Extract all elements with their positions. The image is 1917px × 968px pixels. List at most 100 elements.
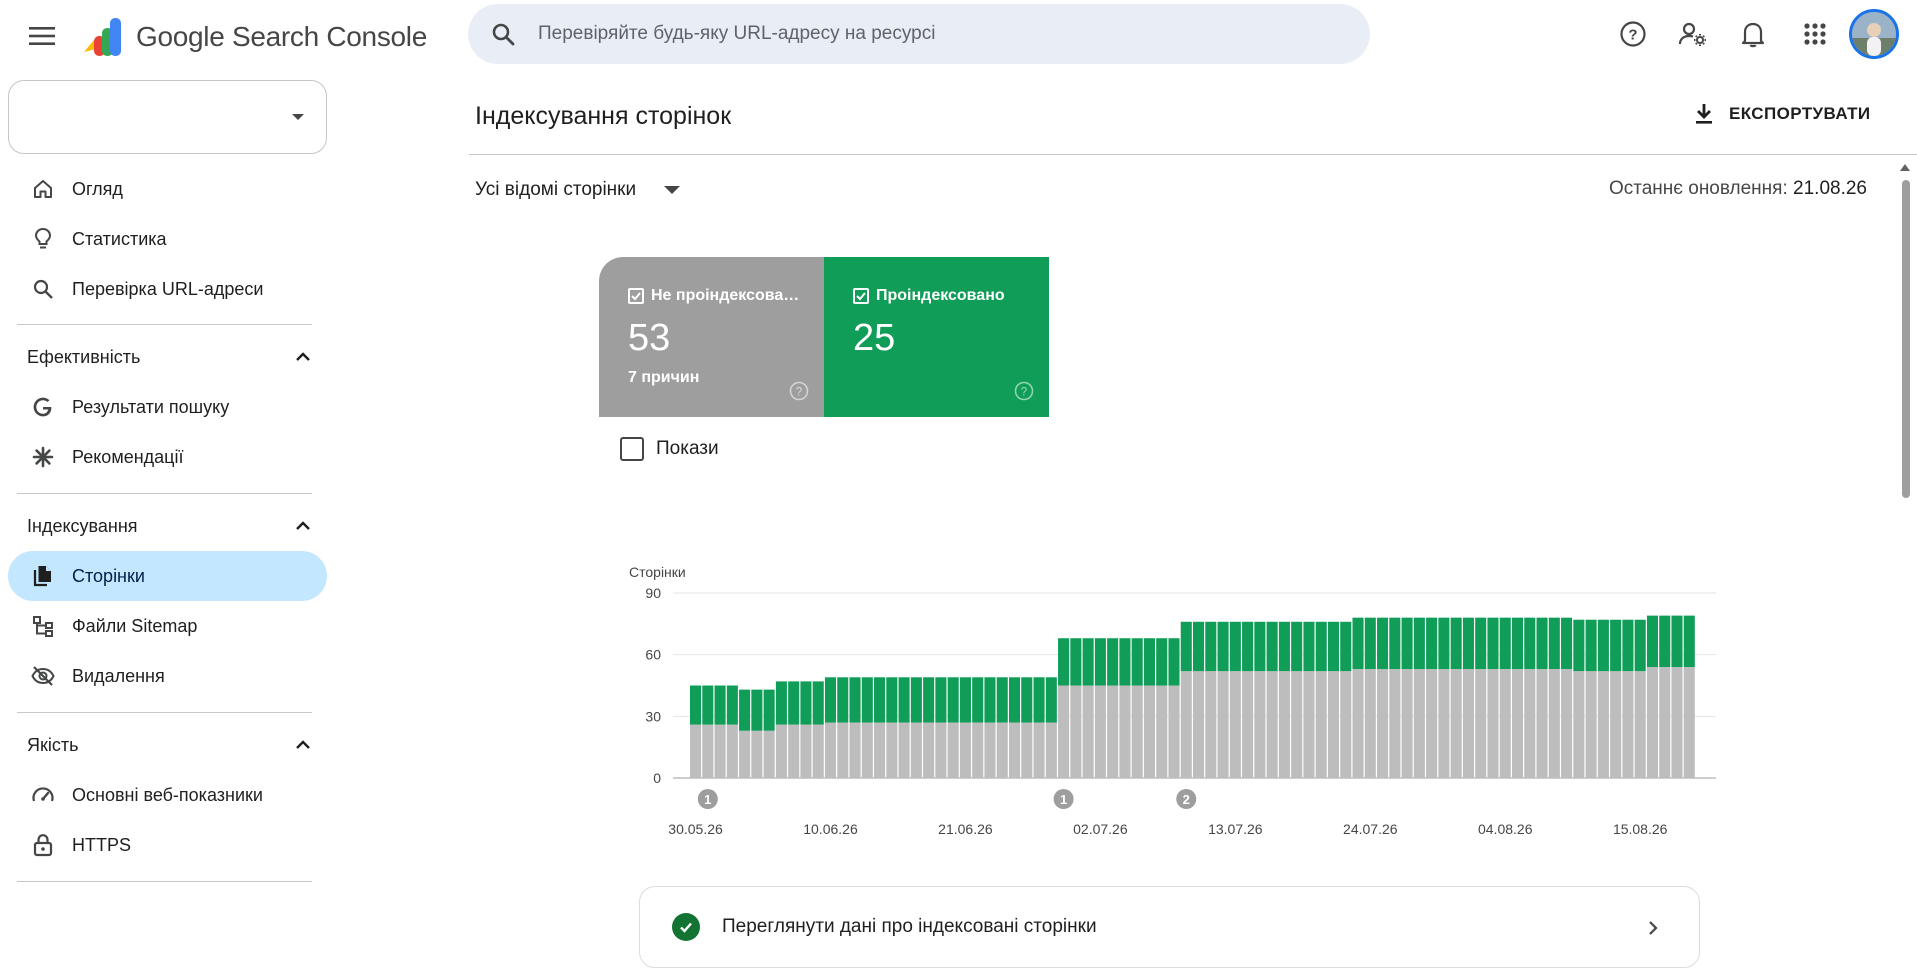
section-performance[interactable]: Ефективність (8, 337, 327, 377)
bar-not-indexed (1119, 685, 1131, 778)
bar-indexed (1646, 615, 1658, 667)
bar-not-indexed (898, 722, 910, 778)
impressions-toggle[interactable]: Покази (620, 437, 719, 461)
property-selector[interactable] (8, 80, 327, 154)
sidebar-item-recommendations[interactable]: Рекомендації (8, 432, 327, 482)
checkbox-checked-icon[interactable] (853, 288, 869, 304)
bar-indexed (788, 681, 800, 725)
tile-indexed[interactable]: Проіндексовано 25 ? (824, 257, 1049, 417)
bar-not-indexed (1291, 671, 1303, 778)
bar-not-indexed (1524, 669, 1536, 778)
view-indexed-pages-row[interactable]: Переглянути дані про індексовані сторінк… (639, 886, 1700, 968)
sidebar-item-core-web-vitals[interactable]: Основні веб-показники (8, 770, 327, 820)
bar-indexed (1622, 619, 1634, 672)
bar-not-indexed (1229, 671, 1241, 778)
bar-not-indexed (824, 722, 837, 778)
bar-not-indexed (1070, 685, 1082, 778)
search-icon (490, 21, 516, 47)
bar-not-indexed (1413, 669, 1425, 778)
bar-indexed (1291, 621, 1303, 672)
export-button[interactable]: ЕКСПОРТУВАТИ (1693, 94, 1871, 134)
scrollbar-thumb[interactable] (1902, 180, 1910, 498)
download-icon (1696, 104, 1712, 124)
bar-indexed (1352, 617, 1364, 670)
filter-label: Усі відомі сторінки (475, 179, 637, 200)
scroll-up-arrow-icon[interactable] (1900, 164, 1910, 171)
help-icon[interactable]: ? (1014, 381, 1034, 401)
notifications-button[interactable] (1733, 14, 1773, 54)
checkbox-checked-icon[interactable] (628, 288, 644, 304)
bar-not-indexed (874, 722, 886, 778)
section-quality[interactable]: Якість (8, 725, 327, 765)
sidebar-item-sitemaps[interactable]: Файли Sitemap (8, 601, 327, 651)
bar-not-indexed (1266, 671, 1278, 778)
sidebar-item-https[interactable]: HTTPS (8, 820, 327, 870)
bar-indexed (1180, 621, 1192, 672)
bar-indexed (824, 677, 837, 723)
bar-not-indexed (1597, 671, 1609, 778)
bar-indexed (1254, 621, 1266, 672)
bar-not-indexed (788, 724, 800, 778)
apps-button[interactable] (1795, 14, 1835, 54)
bar-indexed (1327, 621, 1340, 672)
bar-not-indexed (972, 722, 984, 778)
sidebar-divider (17, 712, 312, 713)
sidebar-item-overview[interactable]: Огляд (8, 164, 327, 214)
brand-title[interactable]: Google Search Console (136, 21, 427, 53)
sidebar-item-search-results[interactable]: Результати пошуку (8, 382, 327, 432)
bar-not-indexed (1205, 671, 1217, 778)
url-inspection-search[interactable] (468, 4, 1370, 64)
help-button[interactable]: ? (1613, 14, 1653, 54)
speed-icon (28, 780, 58, 810)
bar-not-indexed (1327, 671, 1340, 778)
bar-indexed (1303, 621, 1315, 672)
bar-indexed (837, 677, 849, 723)
bar-indexed (1021, 677, 1033, 723)
bar-indexed (972, 677, 984, 723)
bar-indexed (1511, 617, 1524, 670)
bar-indexed (1597, 619, 1609, 672)
bar-indexed (1058, 638, 1070, 686)
help-icon[interactable]: ? (789, 381, 809, 401)
annotation-label: 1 (704, 792, 711, 807)
bar-indexed (775, 681, 787, 725)
bar-not-indexed (1426, 669, 1438, 778)
bar-indexed (1634, 619, 1646, 672)
bar-not-indexed (1646, 667, 1658, 778)
indexing-chart: Сторінки 0 30 60 90 1 1 2 30.05.26 10.06.26 21.06.… (629, 564, 1716, 837)
manage-accounts-button[interactable] (1673, 14, 1713, 54)
bar-indexed (1462, 617, 1474, 670)
bar-indexed (739, 689, 751, 731)
sidebar-item-url-inspection[interactable]: Перевірка URL-адреси (8, 264, 327, 314)
checkbox-unchecked-icon[interactable] (620, 437, 644, 461)
bar-indexed (923, 677, 935, 723)
account-avatar[interactable] (1849, 9, 1899, 59)
pages-filter-dropdown[interactable]: Усі відомі сторінки (475, 175, 681, 205)
sidebar-item-label: Сторінки (72, 565, 145, 586)
bar-not-indexed (1156, 685, 1168, 778)
bar-indexed (1610, 619, 1622, 672)
section-indexing[interactable]: Індексування (8, 506, 327, 546)
tile-not-indexed[interactable]: Не проіндексова… 53 7 причин ? (599, 257, 824, 417)
top-bar: Google Search Console ? (0, 0, 1917, 72)
chevron-right-icon (1649, 921, 1658, 935)
svg-text:?: ? (1628, 27, 1637, 44)
sidebar-item-insights[interactable]: Статистика (8, 214, 327, 264)
sidebar-item-removals[interactable]: Видалення (8, 651, 327, 701)
bar-indexed (812, 681, 824, 725)
bar-not-indexed (910, 722, 922, 778)
main-menu-button[interactable] (22, 16, 62, 56)
sidebar-item-pages[interactable]: Сторінки (8, 551, 327, 601)
bar-indexed (1426, 617, 1438, 670)
bar-indexed (1475, 617, 1487, 670)
bar-not-indexed (1008, 722, 1021, 778)
bar-indexed (1450, 617, 1462, 670)
bar-indexed (849, 677, 861, 723)
bar-not-indexed (1377, 669, 1389, 778)
bar-indexed (1082, 638, 1094, 686)
section-title: Ефективність (27, 346, 141, 367)
search-input[interactable] (538, 23, 1318, 45)
sidebar-item-label: Перевірка URL-адреси (72, 278, 264, 299)
bar-not-indexed (714, 724, 726, 778)
last-update: Останнє оновлення: 21.08.26 (1609, 178, 1867, 200)
